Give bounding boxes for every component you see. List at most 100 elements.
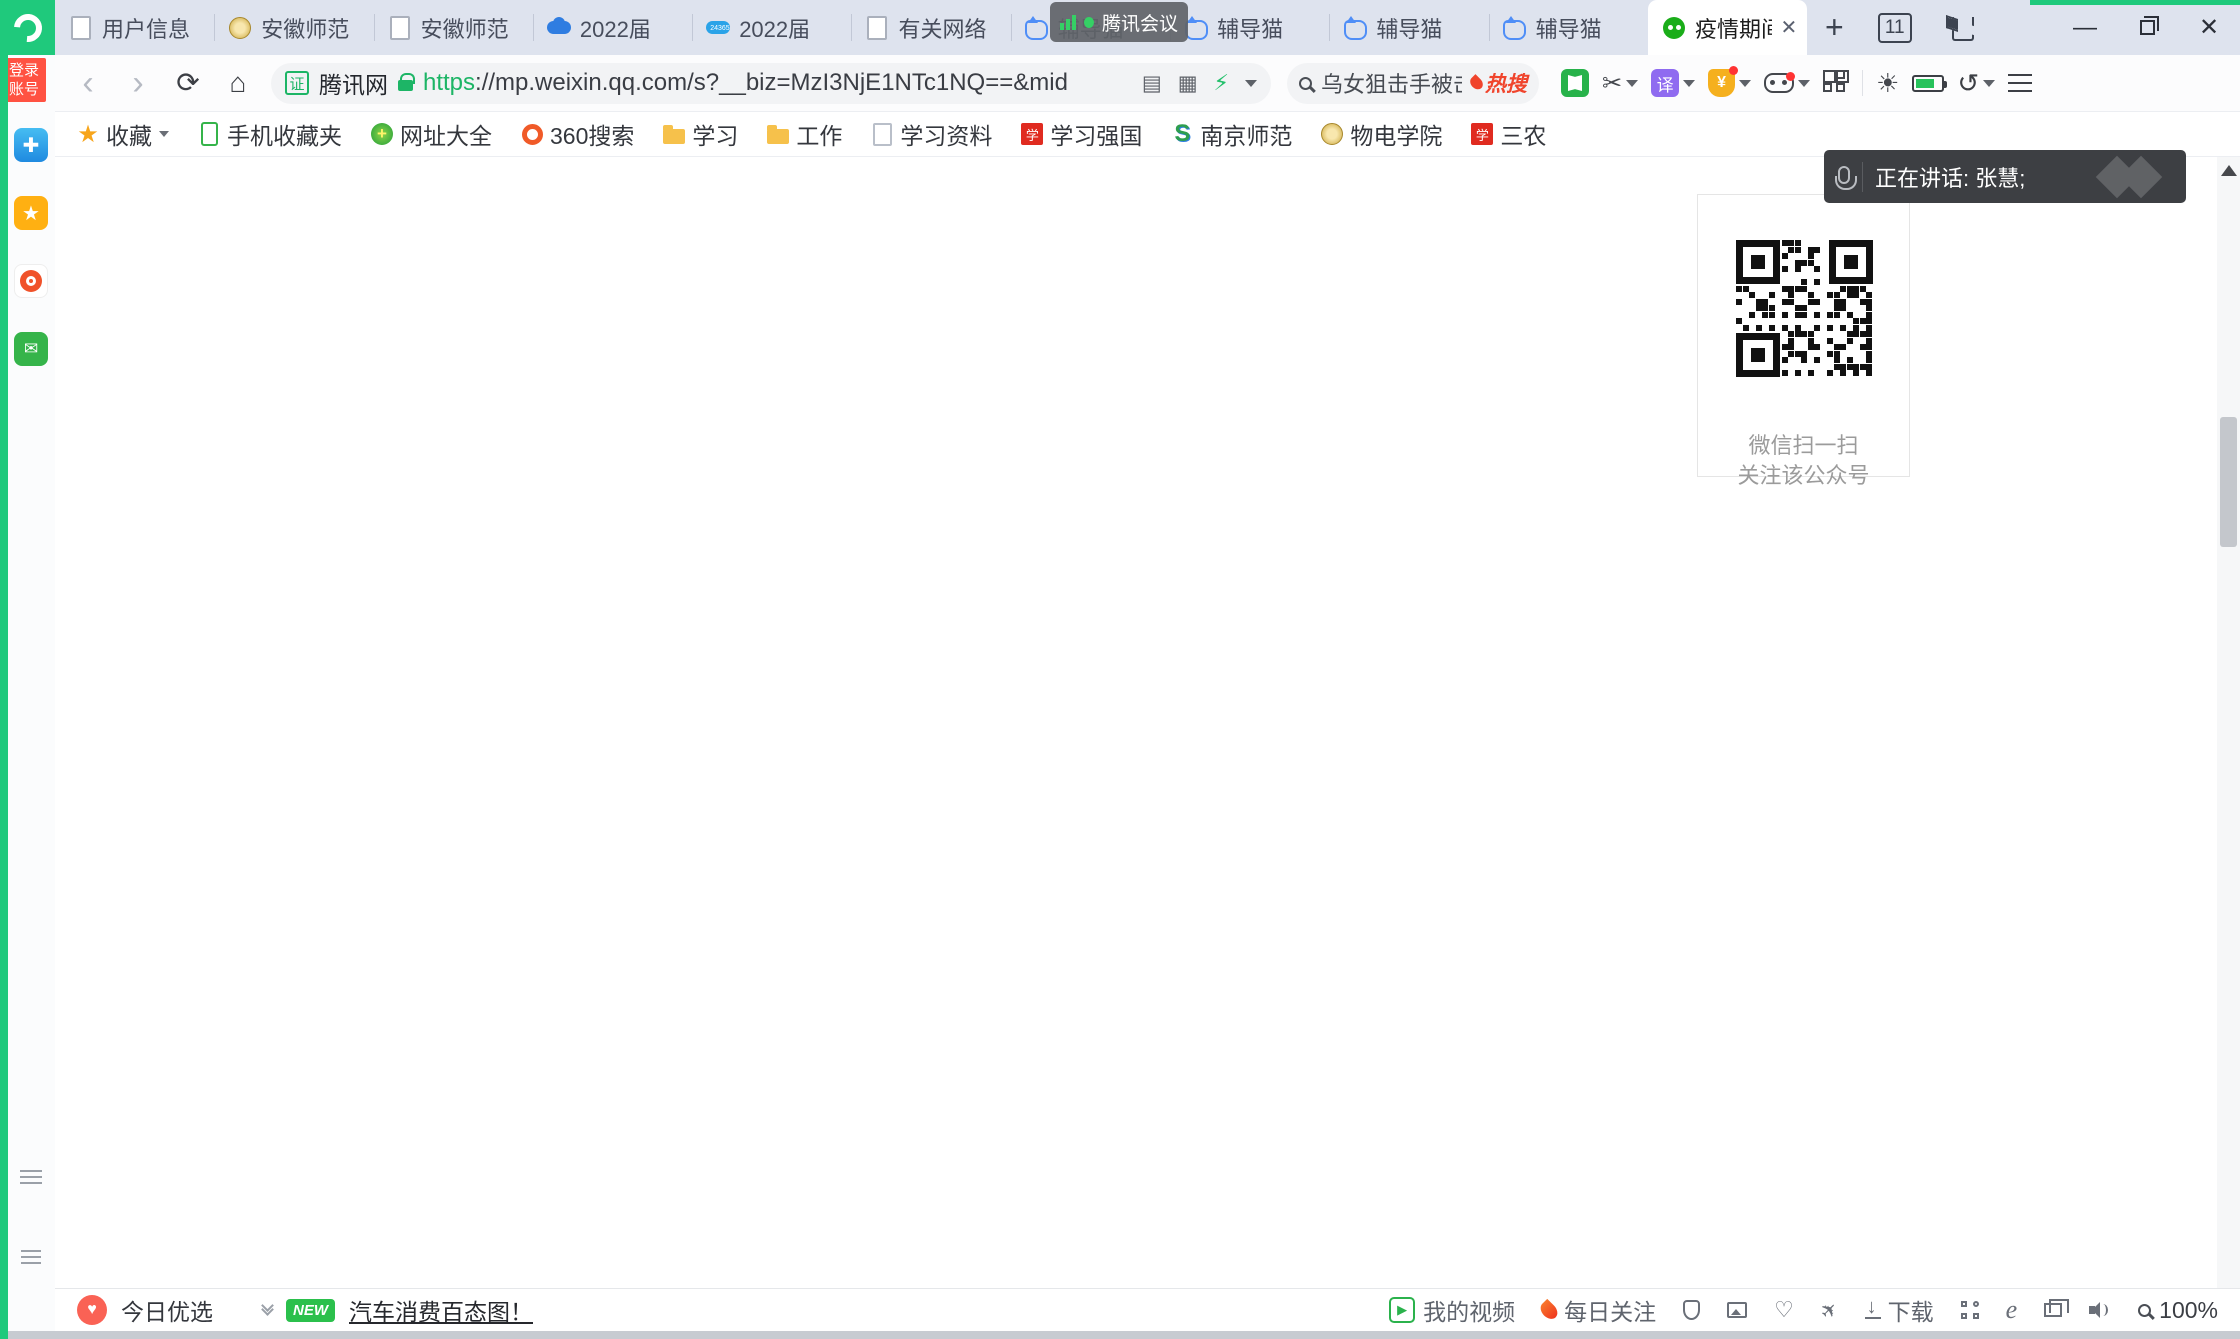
tab-close-icon[interactable]: ✕	[1781, 15, 1798, 40]
bookmark-item[interactable]: 学习资料	[871, 117, 992, 151]
scrollbar[interactable]	[2217, 157, 2240, 1288]
translate-icon[interactable]: 译	[1651, 69, 1679, 97]
search-box[interactable]: 乌女狙击手被击毙 热搜	[1287, 63, 1539, 104]
security-shield-icon[interactable]	[1683, 1300, 1700, 1320]
tab-label: 辅导猫	[1536, 12, 1638, 44]
chevron-down-icon[interactable]	[1739, 80, 1751, 87]
sidebar-mail-icon[interactable]: ✉	[14, 332, 48, 366]
refresh-button[interactable]: ⟳	[171, 69, 205, 97]
screenshot-icon[interactable]	[1727, 1302, 1747, 1318]
bookmark-item[interactable]: 网址大全	[371, 117, 492, 151]
tab-count-badge[interactable]: 11	[1878, 13, 1912, 43]
sidebar-favorites-icon[interactable]: ★	[14, 196, 48, 230]
wallet-shield-icon[interactable]: ¥	[1708, 69, 1735, 97]
bookmark-item[interactable]: 手机收藏夹	[198, 117, 342, 151]
chevron-down-icon[interactable]	[1683, 80, 1695, 87]
tab-label: 疫情期间	[1695, 12, 1772, 44]
bookmark-item[interactable]: 学习强国	[1021, 117, 1142, 151]
home-button[interactable]: ⌂	[221, 69, 255, 97]
close-button[interactable]: ✕	[2178, 0, 2240, 55]
heart-icon[interactable]: ♥	[77, 1295, 107, 1325]
health-icon[interactable]: ♡	[1774, 1297, 1794, 1323]
tab-label: 用户信息	[102, 12, 204, 44]
tab-label: 安徽师范	[261, 12, 363, 44]
download-icon	[1865, 1301, 1881, 1319]
browser-tab[interactable]: 安徽师范 ✕	[374, 0, 533, 55]
my-videos[interactable]: ▶我的视频	[1389, 1293, 1515, 1327]
bookmark-label: 工作	[796, 117, 842, 151]
sidebar-list-icon[interactable]	[14, 1240, 48, 1274]
theme-skin-icon[interactable]	[1946, 15, 1976, 41]
new-tab-button[interactable]: +	[1825, 9, 1844, 46]
meeting-status-dot	[1084, 17, 1094, 28]
screenshot-scissors-icon[interactable]: ✂	[1602, 69, 1622, 98]
bookmark-item[interactable]: 南京师范	[1171, 117, 1292, 151]
browser-tab[interactable]: 2022届 ✕	[692, 0, 851, 55]
speed-mode-icon[interactable]: ⚡	[1214, 70, 1229, 96]
url-text[interactable]: https://mp.weixin.qq.com/s?__biz=MzI3NjE…	[423, 69, 1132, 97]
qr-share-icon[interactable]: ▦	[1178, 71, 1198, 96]
browser-tab[interactable]: 用户信息 ✕	[55, 0, 214, 55]
download-item[interactable]: 下载	[1865, 1293, 1934, 1327]
chevron-down-icon[interactable]	[1798, 80, 1810, 87]
double-chevron-icon[interactable]	[263, 1306, 272, 1314]
bookmark-item[interactable]: 收藏	[77, 117, 169, 151]
game-center-icon[interactable]	[1764, 73, 1794, 93]
minimize-button[interactable]: —	[2054, 0, 2116, 55]
hot-search[interactable]: 热搜	[1471, 68, 1527, 98]
taskbar-edge	[8, 1331, 2240, 1339]
apps-grid-icon[interactable]	[1823, 70, 1849, 96]
brightness-icon[interactable]: ☀	[1876, 68, 1899, 99]
back-button[interactable]: ‹	[71, 66, 105, 100]
browser-tab[interactable]: 辅导猫 ✕	[1489, 0, 1648, 55]
site-cert-badge[interactable]: 证	[285, 71, 309, 95]
headline-link[interactable]: 汽车消费百态图！	[349, 1293, 533, 1327]
address-bar[interactable]: 证 腾讯网 https://mp.weixin.qq.com/s?__biz=M…	[271, 63, 1271, 104]
hot-search-label: 热搜	[1485, 68, 1527, 98]
ie-mode-icon[interactable]: e	[2006, 1295, 2018, 1325]
browser-logo[interactable]	[0, 0, 55, 55]
zoom-control[interactable]: 100%	[2138, 1297, 2218, 1324]
forward-button[interactable]: ›	[121, 66, 155, 100]
login-badge[interactable]: 登录账号	[2, 58, 46, 102]
scroll-up-arrow[interactable]	[2221, 165, 2237, 176]
reader-mode-icon[interactable]: ▤	[1142, 71, 1162, 96]
scrollbar-thumb[interactable]	[2220, 417, 2237, 547]
meeting-pill[interactable]: 腾讯会议	[1050, 2, 1188, 42]
plugins-icon[interactable]	[1961, 1301, 1979, 1319]
bookmark-label: 三农	[1500, 117, 1546, 151]
tab-favicon	[388, 16, 412, 40]
browser-tab[interactable]: 安徽师范 ✕	[214, 0, 373, 55]
daily-follow[interactable]: 每日关注	[1542, 1293, 1656, 1327]
browser-tab[interactable]: 有关网络 ✕	[851, 0, 1010, 55]
sidebar-settings-icon[interactable]	[14, 1160, 48, 1194]
toast-divider	[1862, 162, 1863, 192]
qr-finder	[1829, 240, 1873, 284]
search-input[interactable]: 乌女狙击手被击毙	[1321, 67, 1462, 99]
browser-tab[interactable]: 2022届 ✕	[533, 0, 692, 55]
windows-icon[interactable]	[2044, 1303, 2062, 1317]
restore-button[interactable]	[2116, 0, 2178, 55]
bookmark-icon	[198, 123, 220, 145]
today-picks-label[interactable]: 今日优选	[121, 1293, 213, 1327]
reading-list-icon[interactable]	[1561, 69, 1589, 97]
bookmark-item[interactable]: 物电学院	[1321, 117, 1442, 151]
browser-tab[interactable]: 疫情期间 ✕	[1648, 0, 1807, 55]
speaker-icon[interactable]	[2089, 1301, 2111, 1319]
browser-tab[interactable]: 辅导猫 ✕	[1170, 0, 1329, 55]
bookmark-item[interactable]: 360搜索	[521, 117, 634, 151]
browser-tab[interactable]: 辅导猫 ✕	[1329, 0, 1488, 55]
bookmark-item[interactable]: 工作	[767, 117, 842, 151]
chevron-down-icon[interactable]	[1983, 80, 1995, 87]
chevron-down-icon[interactable]	[1626, 80, 1638, 87]
undo-icon[interactable]: ↺	[1957, 68, 1979, 99]
bookmark-item[interactable]: 三农	[1471, 117, 1546, 151]
sidebar-speedup-icon[interactable]: ✚	[14, 128, 48, 162]
battery-saver-icon[interactable]	[1912, 75, 1944, 92]
bookmark-item[interactable]: 学习	[663, 117, 738, 151]
chevron-down-icon[interactable]	[1245, 80, 1257, 87]
boost-rocket-icon[interactable]: ✈	[1814, 1295, 1844, 1325]
browser-window: 登录账号 ✚ ★ ✉ 用户信息 ✕ 安徽师范 ✕	[0, 0, 2240, 1339]
sidebar-weibo-icon[interactable]	[14, 264, 48, 298]
menu-icon[interactable]	[2008, 82, 2032, 85]
